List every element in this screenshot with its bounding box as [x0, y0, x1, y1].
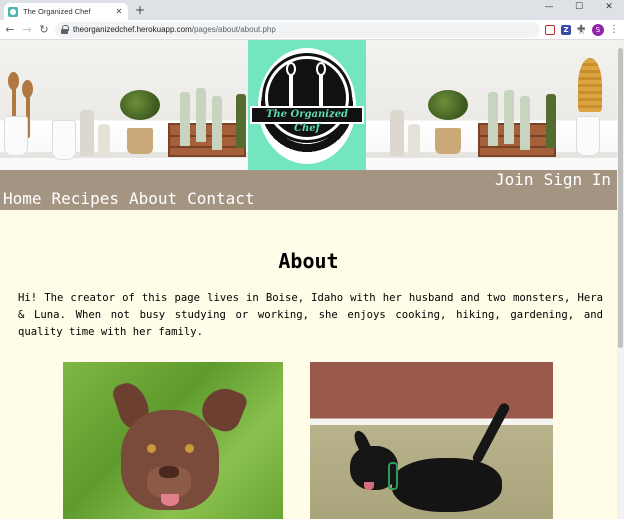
pot-image [127, 128, 153, 154]
scrollbar-thumb[interactable] [618, 48, 623, 348]
back-arrow-icon[interactable]: ← [3, 23, 17, 37]
black-dog-photo [310, 362, 553, 519]
plant-image [428, 90, 468, 120]
dog-tongue [364, 482, 374, 490]
pitcher-image [4, 116, 28, 156]
wheat-image [578, 58, 602, 112]
logo-ribbon: The Organized Chef [250, 106, 364, 134]
window-close-button[interactable]: ✕ [594, 0, 624, 14]
brown-dog-photo [63, 362, 283, 519]
browser-tab[interactable]: The Organized Chef ✕ [4, 3, 128, 20]
bottle-image [520, 96, 530, 150]
pitcher-image [576, 116, 600, 156]
page-scrollbar[interactable] [617, 40, 624, 519]
window-minimize-button[interactable]: — [534, 0, 564, 14]
nav-join[interactable]: Join [495, 170, 534, 190]
nav-recipes[interactable]: Recipes [52, 189, 119, 209]
window-maximize-button[interactable]: ☐ [564, 0, 594, 14]
dog-eye [185, 444, 194, 453]
extension-icon[interactable] [545, 25, 555, 35]
pitcher-image [52, 120, 76, 160]
page-title: About [278, 249, 339, 273]
plant-image [120, 90, 160, 120]
browser-toolbar: ← → ↻ theorganizedchef.herokuapp.com/pag… [0, 20, 624, 40]
main-navbar: Join Sign In Home Recipes About Contact [0, 170, 617, 210]
jar-image [408, 124, 420, 156]
lock-icon [61, 25, 69, 34]
whisk-handle [289, 74, 293, 108]
new-tab-button[interactable]: + [133, 3, 147, 17]
profile-avatar[interactable]: S [592, 24, 604, 36]
forward-arrow-icon[interactable]: → [20, 23, 34, 37]
pot-image [435, 128, 461, 154]
favicon-icon [8, 6, 18, 17]
bottle-image [212, 96, 222, 150]
site-logo[interactable]: The Organized Chef [248, 40, 366, 170]
jar-image [98, 124, 110, 156]
url-host: theorganizedchef.herokuapp.com [73, 25, 192, 34]
primary-nav: Home Recipes About Contact [3, 189, 255, 209]
tab-title: The Organized Chef [23, 7, 91, 16]
nav-home[interactable]: Home [3, 189, 42, 209]
zotero-extension-icon[interactable]: Z [561, 25, 571, 35]
account-nav: Join Sign In [495, 170, 611, 190]
jar-image [390, 110, 404, 156]
spatula-handle [319, 74, 323, 108]
address-bar[interactable]: theorganizedchef.herokuapp.com/pages/abo… [55, 22, 586, 38]
dog-tongue [161, 494, 179, 506]
dog-eye [147, 444, 156, 453]
nav-sign-in[interactable]: Sign In [544, 170, 611, 190]
jar-image [80, 110, 94, 156]
url-path: /pages/about/about.php [191, 25, 276, 34]
dog-harness [388, 462, 398, 490]
about-paragraph: Hi! The creator of this page lives in Bo… [18, 292, 603, 338]
more-icon[interactable]: ⋮ [609, 23, 619, 37]
tab-close-icon[interactable]: ✕ [114, 7, 124, 16]
page-viewport: The Organized Chef Join Sign In Home Rec… [0, 40, 617, 519]
bottle-image [504, 90, 514, 144]
bottle-image [236, 94, 246, 148]
header-banner: The Organized Chef [0, 40, 617, 170]
dog-nose [159, 466, 179, 478]
logo-text: The Organized Chef [265, 109, 349, 134]
bottle-image [488, 92, 498, 146]
dog-body [392, 458, 502, 512]
puzzle-icon[interactable]: ✚ [577, 25, 587, 35]
url-text[interactable]: theorganizedchef.herokuapp.com/pages/abo… [73, 22, 276, 38]
nav-about[interactable]: About [129, 189, 177, 209]
dog-tail [471, 401, 511, 465]
reload-icon[interactable]: ↻ [37, 23, 51, 37]
tab-strip: The Organized Chef ✕ + — ☐ ✕ [0, 0, 624, 20]
bottle-image [546, 94, 556, 148]
bottle-image [180, 92, 190, 146]
bottle-image [196, 88, 206, 142]
nav-contact[interactable]: Contact [187, 189, 254, 209]
